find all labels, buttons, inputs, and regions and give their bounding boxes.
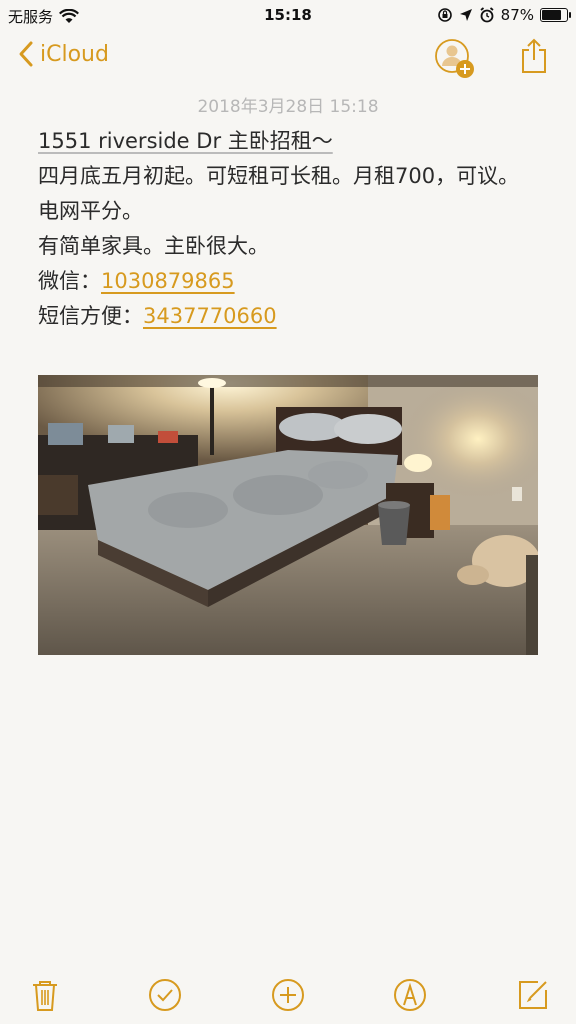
add-icon[interactable]	[271, 978, 305, 1012]
battery-icon	[540, 8, 571, 22]
status-right: 87%	[437, 6, 571, 24]
markup-icon[interactable]	[393, 978, 427, 1012]
alarm-icon	[480, 7, 494, 23]
sms-link[interactable]: 3437770660	[143, 304, 277, 328]
location-arrow-icon	[459, 9, 472, 21]
checklist-icon[interactable]	[148, 978, 182, 1012]
note-title: 1551 riverside Dr 主卧招租～	[38, 129, 333, 153]
battery-fill	[542, 10, 561, 20]
rotation-lock-icon	[437, 8, 452, 22]
person-add-icon[interactable]	[434, 38, 476, 80]
note-line-2: 电网平分。	[38, 199, 143, 223]
wechat-row: 微信：1030879865	[38, 264, 548, 299]
status-bar: 无服务 15:18 87%	[0, 0, 576, 30]
back-button[interactable]: iCloud	[18, 40, 109, 68]
wechat-label: 微信：	[38, 269, 101, 293]
bottom-toolbar	[0, 964, 576, 1024]
sms-row: 短信方便：3437770660	[38, 299, 548, 334]
note-timestamp: 2018年3月28日 15:18	[197, 97, 379, 117]
sms-label: 短信方便：	[38, 304, 143, 328]
bedroom-photo[interactable]	[38, 375, 538, 655]
note-line-1: 四月底五月初起。可短租可长租。月租700，可议。	[38, 164, 520, 188]
battery-percent: 87%	[500, 6, 534, 24]
compose-icon[interactable]	[516, 978, 550, 1012]
note-line-3: 有简单家具。主卧很大。	[38, 234, 269, 258]
note-body[interactable]: 1551 riverside Dr 主卧招租～ 四月底五月初起。可短租可长租。月…	[38, 124, 548, 334]
bedroom-photo-drawing	[38, 375, 538, 655]
wechat-link[interactable]: 1030879865	[101, 269, 235, 293]
chevron-left-icon	[19, 41, 33, 67]
trash-icon[interactable]	[28, 978, 62, 1012]
share-icon[interactable]	[520, 38, 548, 74]
back-label: iCloud	[40, 41, 109, 67]
navigation-bar: iCloud	[0, 36, 576, 84]
